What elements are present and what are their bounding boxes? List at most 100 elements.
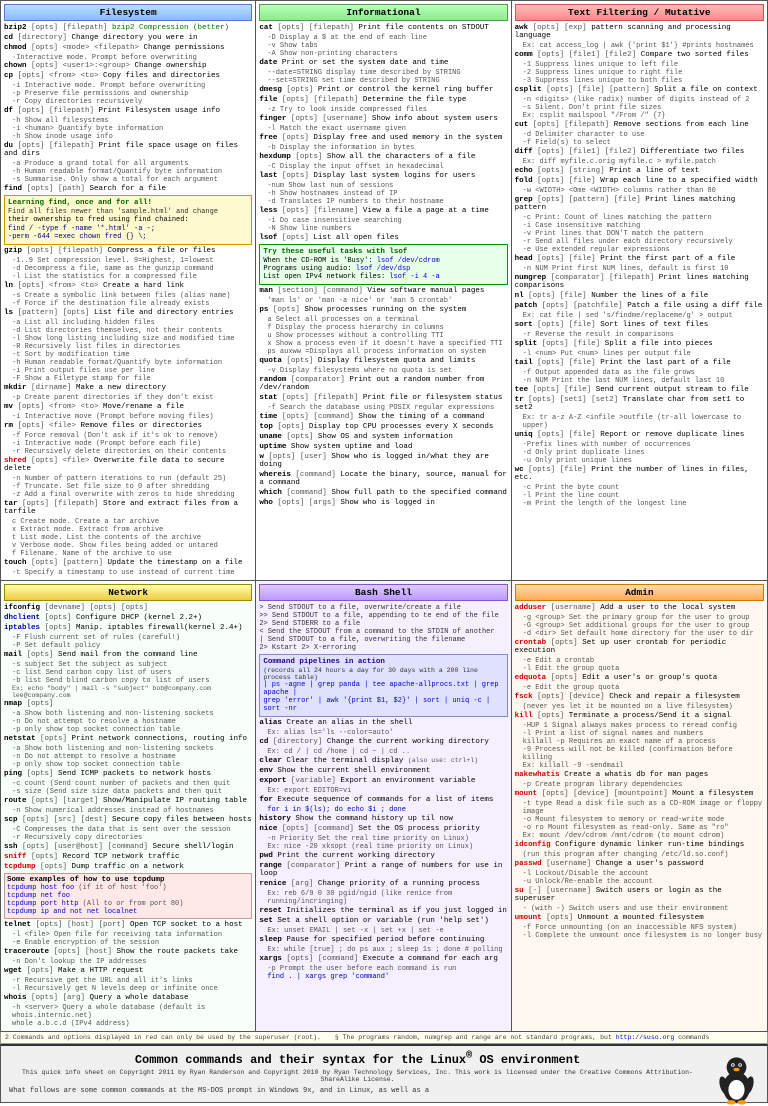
cmd-idconfig: idconfig Configure dynamic linker run-ti… xyxy=(515,841,764,849)
admin-title: Admin xyxy=(515,584,764,601)
cmd-echo: echo [opts] [string] Print a line of tex… xyxy=(515,167,764,175)
cmd-sniff: sniff [opts] Record TCP network traffic xyxy=(4,853,252,861)
find-special-box: Learning find, once and for all! Find al… xyxy=(4,195,252,245)
text-filtering-section: Text Filtering / Mutative awk [opts] [ex… xyxy=(512,1,767,580)
network-section: Network ifconfig [devname] [opts] [opts]… xyxy=(1,581,256,1031)
cmd-umount: umount [opts] Unmount a mounted filesyst… xyxy=(515,914,764,922)
cmd-ping: ping [opts] Send ICMP packets to network… xyxy=(4,770,252,778)
cmd-crontab: crontab [opts] Set up user crontab for p… xyxy=(515,639,764,655)
cmd-time: time [opts] [command] Show the timing of… xyxy=(259,413,507,421)
filesystem-title: Filesystem xyxy=(4,4,252,21)
cmd-edquota: edquota [opts] Edit a user's or group's … xyxy=(515,674,764,682)
cmd-grep: grep [opts] [pattern] [file] Print lines… xyxy=(515,196,764,212)
cmd-diff: diff [opts] [file1] [file2] Differentiat… xyxy=(515,148,764,156)
cmd-route: route [opts] [target] Show/Manipulate IP… xyxy=(4,797,252,805)
cmd-ifconfig: ifconfig [devname] [opts] [opts] xyxy=(4,604,252,612)
cmd-env: env Show the current shell environment xyxy=(259,767,507,775)
cmd-numgrep: numgrep [comparator] [filepath] Print li… xyxy=(515,274,764,290)
cmd-touch: touch [opts] [pattern] Update the timest… xyxy=(4,559,252,567)
cmd-bzip2: bzip2 [opts] [filepath] bzip2 Compressio… xyxy=(4,24,252,32)
cmd-file: file [opts] [filepath] Determine the fil… xyxy=(259,96,507,104)
cmd-cat: cat [opts] [filepath] Print file content… xyxy=(259,24,507,32)
footer-area: Common commands and their syntax for the… xyxy=(0,1044,768,1103)
cmd-chown: chown [opts] <user1>:<group> Change owne… xyxy=(4,62,252,70)
cmd-dmesg: dmesg [opts] Print or control the kernel… xyxy=(259,86,507,94)
cmd-free: free [opts] Display free and used memory… xyxy=(259,134,507,142)
lsof-special-box: Try these useful tasks with lsof When th… xyxy=(259,244,507,285)
cmd-sort: sort [opts] [file] Sort lines of text fi… xyxy=(515,321,764,329)
cmd-uname: uname [opts] Show OS and system informat… xyxy=(259,433,507,441)
cmd-ps: ps [opts] Show processes running on the … xyxy=(259,306,507,314)
cmd-who: who [opts] [args] Show who is logged in xyxy=(259,499,507,507)
admin-section: Admin adduser [username] Add a user to t… xyxy=(512,581,767,1031)
cmd-uptime: uptime Show system uptime and load xyxy=(259,443,507,451)
cmd-last: last [opts] Display last system logins f… xyxy=(259,172,507,180)
cmd-w: w [opts] [user] Show who is logged in/wh… xyxy=(259,453,507,469)
tcpdump-examples-box: Some examples of how to use tcpdump tcpd… xyxy=(4,873,252,919)
cmd-xargs: xargs [opts] [command] Execute a command… xyxy=(259,955,507,963)
cmd-lsof: lsof [opts] List all open files xyxy=(259,234,507,242)
cmd-hexdump: hexdump [opts] Show all the characters o… xyxy=(259,153,507,161)
cmd-awk: awk [opts] [exp] pattern scanning and pr… xyxy=(515,24,764,40)
cmd-wc: wc [opts] [file] Print the number of lin… xyxy=(515,466,764,482)
cmd-mail: mail [opts] Send mail from the command l… xyxy=(4,651,252,659)
cmd-set: set Set a shell option or variable (run … xyxy=(259,917,507,925)
cmd-cp: cp [opts] <from> <to> Copy files and dir… xyxy=(4,72,252,80)
cmd-rm: rm [opts] <file> Remove files or directo… xyxy=(4,422,252,430)
cmd-shred: shred [opts] <file> Overwrite file data … xyxy=(4,457,252,473)
cmd-alias: alias Create an alias in the shell xyxy=(259,719,507,727)
bash-section: Bash Shell > Send STDOUT to a file, over… xyxy=(256,581,511,1031)
cmd-range: range [comparator] Print a range of numb… xyxy=(259,862,507,878)
cmd-random: random [comparator] Print out a random n… xyxy=(259,376,507,392)
cmd-makewhatis: makewhatis Create a whatis db for man pa… xyxy=(515,771,764,779)
cmd-stat: stat [opts] [filepath] Print file or fil… xyxy=(259,394,507,402)
cmd-cut: cut [opts] [filepath] Remove sections fr… xyxy=(515,121,764,129)
cmd-clear: clear Clear the terminal display (also u… xyxy=(259,757,507,765)
cmd-iptables: iptables [opts] Manip. iptables firewall… xyxy=(4,624,252,632)
cmd-ssh: ssh [opts] [user@host] [command] Secure … xyxy=(4,843,252,851)
cmd-su: su [-] [username] Switch users or login … xyxy=(515,887,764,903)
cmd-date: date Print or set the system date and ti… xyxy=(259,59,507,67)
cmd-history: history Show the command history up til … xyxy=(259,815,507,823)
cmd-fsck: fsck [opts] [device] Check and repair a … xyxy=(515,693,764,701)
cmd-reset: reset Initializes the terminal as if you… xyxy=(259,907,507,915)
cmd-uniq: uniq [opts] [file] Report or remove dupl… xyxy=(515,431,764,439)
cmd-quota: quota [opts] Display filesystem quota an… xyxy=(259,357,507,365)
cmd-scp: scp [opts] [src] [dest] Secure copy file… xyxy=(4,816,252,824)
cmd-tail: tail [opts] [file] Print the last part o… xyxy=(515,359,764,367)
text-filtering-title: Text Filtering / Mutative xyxy=(515,4,764,21)
cmd-nice: nice [opts] [command] Set the OS process… xyxy=(259,825,507,833)
cmd-adduser: adduser [username] Add a user to the loc… xyxy=(515,604,764,612)
footer-text: What follows are some common commands at… xyxy=(9,1086,759,1097)
cmd-mount: mount [opts] [device] [mountpoint] Mount… xyxy=(515,790,764,798)
pipeline-box: Command pipelines in action (records all… xyxy=(259,654,507,717)
cmd-chmod: chmod [opts] <mode> <filepath> Change pe… xyxy=(4,44,252,52)
cmd-wget: wget [opts] Make a HTTP request xyxy=(4,967,252,975)
cmd-tr: tr [opts] [set1] [set2] Translate char f… xyxy=(515,396,764,412)
cmd-nl: nl [opts] [file] Number the lines of a f… xyxy=(515,292,764,300)
cmd-mkdir: mkdir [dirname] Make a new directory xyxy=(4,384,252,392)
cmd-split: split [opts] [file] Split a file into pi… xyxy=(515,340,764,348)
cmd-gzip: gzip [opts] [filepath] Compress a file o… xyxy=(4,247,252,255)
cmd-kill: kill [opts] Terminate a process/Send it … xyxy=(515,712,764,720)
footer-subtitle: This quick info sheet on Copyright 2011 … xyxy=(9,1069,759,1083)
notes-strip: 2 Commands and options displayed in red … xyxy=(0,1032,768,1044)
cmd-cd-bash: cd [directory] Change the current workin… xyxy=(259,738,507,746)
cmd-mv: mv [opts] <from> <to> Move/rename a file xyxy=(4,403,252,411)
cmd-head: head [opts] [file] Print the first part … xyxy=(515,255,764,263)
cmd-sleep: sleep Pause for specified period before … xyxy=(259,936,507,944)
cmd-du: du [opts] [filepath] Print file space us… xyxy=(4,142,252,158)
cmd-whois: whois [opts] [arg] Query a whole databas… xyxy=(4,994,252,1002)
cmd-renice: renice [arg] Change priority of a runnin… xyxy=(259,880,507,888)
cmd-top: top [opts] Display top CPU processes eve… xyxy=(259,423,507,431)
cmd-traceroute: traceroute [opts] [host] Show the route … xyxy=(4,948,252,956)
tux-logo xyxy=(714,1051,759,1106)
cmd-passwd: passwd [username] Change a user's passwo… xyxy=(515,860,764,868)
cmd-which: which [command] Show full path to the sp… xyxy=(259,489,507,497)
cmd-telnet: telnet [opts] [host] [port] Open TCP soc… xyxy=(4,921,252,929)
cmd-finger: finger [opts] [username] Show info about… xyxy=(259,115,507,123)
footer-title: Common commands and their syntax for the… xyxy=(9,1051,759,1067)
cmd-tee: tee [opts] [file] Send current output st… xyxy=(515,386,764,394)
cmd-ln: ln [opts] <from> <to> Create a hard link xyxy=(4,282,252,290)
filesystem-section: Filesystem bzip2 [opts] [filepath] bzip2… xyxy=(1,1,256,580)
